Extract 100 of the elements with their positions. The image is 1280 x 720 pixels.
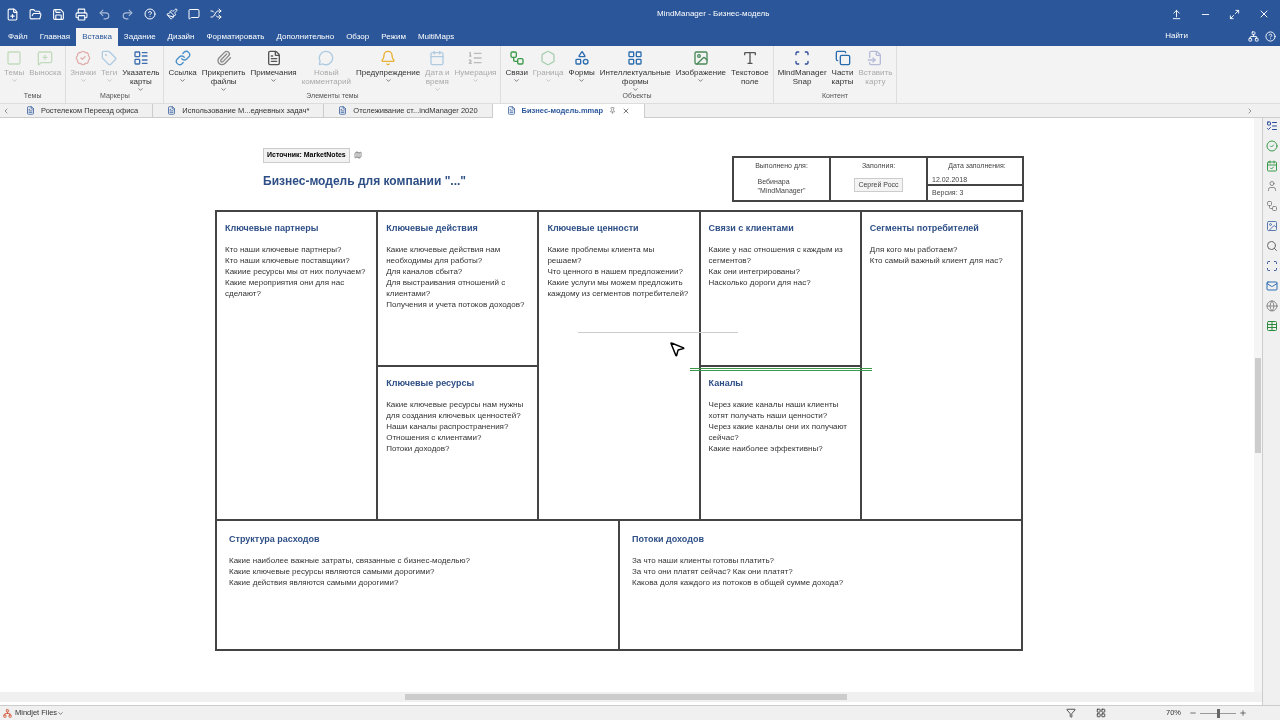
calendar-icon[interactable] [1265, 160, 1278, 172]
image-icon[interactable] [1265, 220, 1278, 232]
task-pane-icon[interactable] [1265, 120, 1278, 132]
ribbon-tab[interactable]: Дополнительно [270, 28, 341, 46]
connections-icon[interactable] [1265, 200, 1278, 212]
mail-icon[interactable] [1265, 280, 1278, 292]
scrollbar-thumb[interactable] [1255, 358, 1261, 453]
spreadsheet-icon[interactable] [1265, 320, 1278, 332]
cell-title: Ключевые действия [386, 222, 479, 235]
shapes-icon [573, 50, 590, 66]
question-text: Какие действия являются самыми дорогими? [229, 576, 400, 588]
files-icon[interactable] [3, 708, 12, 718]
map-index-icon [132, 50, 149, 66]
network-icon[interactable] [1248, 31, 1259, 42]
ribbon-button[interactable]: Прикрепить файлы [199, 50, 248, 93]
question-text: Кто самый важный клиент для нас? [869, 254, 1004, 266]
question-text: За что они платят сейчас? Как они платят? [632, 565, 794, 577]
ribbon-button[interactable]: Предупреждение [354, 50, 423, 84]
speech-bubble-icon [37, 50, 54, 66]
ribbon-button[interactable]: Изображение [673, 50, 729, 84]
ribbon-tab[interactable]: Главная [33, 28, 77, 46]
ribbon-button[interactable]: Интеллектуальные формы [597, 50, 673, 93]
restore-icon[interactable] [1229, 8, 1240, 20]
paperclip-icon [215, 50, 232, 66]
view-icon[interactable] [1096, 708, 1106, 718]
cursor-icon [668, 340, 686, 358]
document-icon [26, 106, 35, 115]
document-icon [338, 106, 348, 115]
zoom-in-icon[interactable] [1239, 709, 1247, 717]
document-icon [167, 106, 177, 115]
question-text: Какие наиболее эффективны? [708, 442, 824, 454]
ribbon-display-icon[interactable] [1171, 8, 1182, 20]
slider-thumb[interactable] [1216, 708, 1220, 718]
print-icon[interactable] [75, 7, 88, 21]
question-text: Какие наиболее важные затраты, связанные с бизнес-моделью? [229, 554, 471, 566]
ribbon-button[interactable]: Формы [566, 50, 597, 84]
save-icon[interactable] [52, 7, 65, 21]
question-text: Через какие каналы они их получают сейчас? [708, 420, 848, 443]
cell-title: Каналы [708, 377, 745, 390]
map-title: Бизнес-модель для компании "..." [263, 172, 468, 190]
snap-icon[interactable] [1265, 260, 1278, 272]
ribbon-button[interactable]: Текстовое поле [729, 50, 771, 86]
question-text: Потоки доходов? [386, 442, 451, 454]
scroll-left-icon[interactable] [2, 106, 10, 115]
search-icon[interactable] [1265, 240, 1278, 252]
tag-icon [101, 50, 118, 66]
ribbon-button[interactable]: Примечания [248, 50, 299, 84]
calendar-icon [429, 50, 446, 66]
open-folder-icon[interactable] [29, 7, 42, 21]
question-text: Для кого мы работаем? [869, 243, 959, 255]
document-icon [265, 50, 282, 66]
ribbon-tab[interactable]: Дизайн [161, 28, 201, 46]
undo-icon[interactable] [98, 7, 111, 21]
ribbon-button[interactable]: Указатель карты [120, 50, 162, 93]
shuffle-icon[interactable] [210, 8, 222, 20]
cell-title: Потоки доходов [632, 533, 705, 546]
ribbon-button[interactable]: Ссылка [166, 50, 199, 84]
badge-icon [75, 50, 92, 66]
cell-title: Ключевые ресурсы [386, 377, 476, 390]
person-icon[interactable] [1265, 180, 1278, 192]
ribbon-button[interactable]: Связи [503, 50, 530, 84]
question-text: Какие проблемы клиента мы решаем? [547, 243, 656, 266]
scrollbar-thumb[interactable] [405, 694, 847, 700]
ribbon-tab[interactable]: Обзор [340, 28, 376, 46]
question-text: Кто наши ключевые поставщики? [225, 254, 351, 266]
check-icon[interactable] [1265, 140, 1278, 152]
new-file-icon[interactable] [6, 7, 19, 21]
search-label[interactable]: Найти [1165, 30, 1188, 42]
insert-map-icon [867, 50, 884, 66]
filter-icon[interactable] [1066, 708, 1076, 718]
ribbon-tab[interactable]: Форматировать [200, 28, 271, 46]
map-icon [353, 151, 362, 160]
relationship-icon [508, 50, 525, 66]
ribbon-tab[interactable]: Вставка [76, 28, 118, 46]
ribbon-tab[interactable]: Файл [2, 28, 34, 46]
question-text: Какие у нас отношения с каждым из сегментов? [708, 243, 844, 266]
ribbon-button[interactable]: MindManager Snap [775, 50, 829, 86]
close-icon[interactable] [1258, 8, 1270, 20]
comment-icon[interactable] [188, 8, 200, 20]
cell-title: Ключевые партнеры [225, 222, 320, 235]
bell-icon [380, 50, 397, 66]
ribbon-tab[interactable]: Задание [117, 28, 162, 46]
comment-icon [318, 50, 335, 66]
globe-icon[interactable] [1265, 300, 1278, 312]
ribbon-tab[interactable]: Режим [375, 28, 412, 46]
ribbon-tab[interactable]: MultiMaps [411, 28, 461, 46]
plus-square-icon [6, 50, 23, 66]
question-text: Как они интегрированы? [708, 265, 801, 277]
question-text: Насколько дороги для нас? [708, 276, 812, 288]
question-text: Какова доля каждого из потоков в общей сумме дохода? [632, 576, 845, 588]
close-icon[interactable] [622, 106, 630, 115]
help-icon[interactable] [144, 8, 156, 20]
ribbon-button[interactable]: Части карты [829, 50, 856, 86]
scroll-right-icon[interactable] [1246, 106, 1254, 115]
redo-icon[interactable] [121, 7, 134, 21]
question-text: Кто наши ключевые партнеры? [225, 243, 343, 255]
help-icon[interactable] [1265, 31, 1276, 42]
map-parts-icon [834, 50, 851, 66]
brush-icon[interactable] [166, 8, 178, 20]
cell-title: Структура расходов [229, 533, 321, 546]
